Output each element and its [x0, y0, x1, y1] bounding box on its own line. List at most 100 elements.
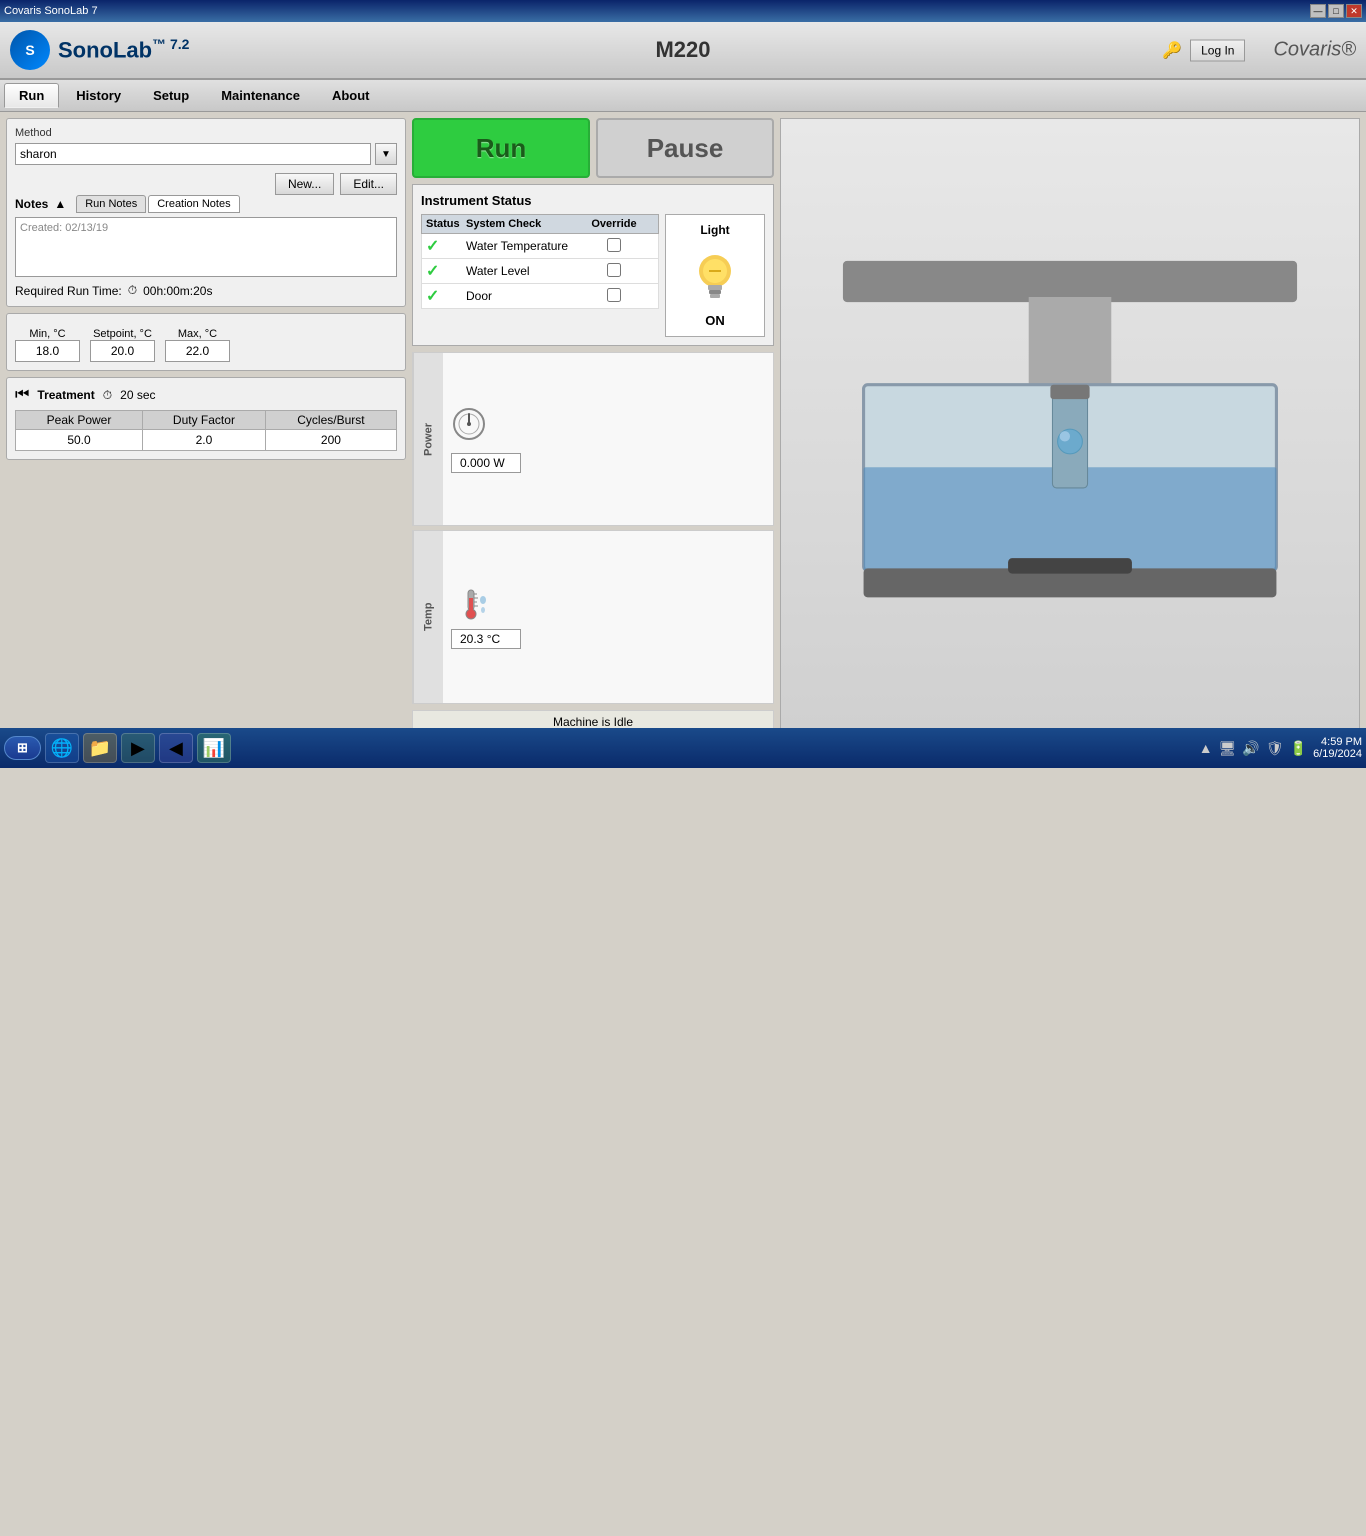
runtime-row: Required Run Time: ⏱ 00h:00m:20s: [15, 283, 397, 298]
temp-setpoint-label: Setpoint, °C: [93, 328, 152, 340]
titlebar-controls: — □ ✕: [1310, 4, 1362, 18]
treatment-header: ⏮ Treatment ⏱ 20 sec: [15, 386, 397, 404]
tab-maintenance[interactable]: Maintenance: [206, 83, 315, 108]
pause-button[interactable]: Pause: [596, 118, 774, 178]
tab-history[interactable]: History: [61, 83, 136, 108]
temp-chart-sidebar: Temp: [413, 531, 443, 703]
treatment-row: 50.0 2.0 200: [16, 430, 397, 451]
edit-button[interactable]: Edit...: [340, 173, 397, 195]
status-column-headers: Status System Check Override: [421, 214, 659, 234]
col-header-status: Status: [426, 218, 466, 230]
app-title-text: SonoLab: [58, 38, 152, 63]
run-button[interactable]: Run: [412, 118, 590, 178]
taskbar-security-icon: 🛡: [1266, 740, 1284, 757]
cycles-burst-value: 200: [265, 430, 396, 451]
status-row-door: ✓ Door: [421, 284, 659, 309]
temp-max-input[interactable]: [165, 340, 230, 362]
runtime-label: Required Run Time:: [15, 284, 122, 298]
status-table-area: Status System Check Override ✓ Water Tem…: [421, 214, 659, 309]
maximize-button[interactable]: □: [1328, 4, 1344, 18]
runtime-value: 00h:00m:20s: [143, 284, 212, 298]
treatment-section: ⏮ Treatment ⏱ 20 sec Peak Power Duty Fac…: [6, 377, 406, 460]
notes-content[interactable]: Created: 02/13/19: [15, 217, 397, 277]
tab-run-notes[interactable]: Run Notes: [76, 195, 146, 213]
titlebar: Covaris SonoLab 7 — □ ✕: [0, 0, 1366, 22]
peak-power-value: 50.0: [16, 430, 143, 451]
method-dropdown-row: ▼: [15, 143, 397, 165]
override-water-level-checkbox[interactable]: [607, 263, 621, 277]
override-water-level-cell: [574, 263, 654, 280]
light-status-text: ON: [705, 313, 725, 328]
light-header: Light: [700, 223, 729, 237]
override-water-temp-cell: [574, 238, 654, 255]
logo-icon: S: [10, 30, 50, 70]
header: S SonoLab™ 7.2 M220 🔑 Log In Covaris®: [0, 22, 1366, 80]
treatment-duration: 20 sec: [120, 388, 155, 402]
tab-about[interactable]: About: [317, 83, 385, 108]
minimize-button[interactable]: —: [1310, 4, 1326, 18]
power-chart-sidebar: Power: [413, 353, 443, 525]
instrument-visualization: [780, 118, 1360, 734]
notes-label: Notes: [15, 197, 48, 211]
override-water-temp-checkbox[interactable]: [607, 238, 621, 252]
key-icon: 🔑: [1162, 40, 1182, 60]
power-chart-content: 0.000 W: [443, 398, 773, 481]
status-row-water-temp: ✓ Water Temperature: [421, 234, 659, 259]
temp-max-field: Max, °C: [165, 328, 230, 362]
tab-run[interactable]: Run: [4, 83, 59, 108]
taskbar-files[interactable]: 📁: [83, 733, 117, 763]
taskbar-date: 6/19/2024: [1313, 748, 1362, 760]
taskbar-media[interactable]: ▶: [121, 733, 155, 763]
override-door-checkbox[interactable]: [607, 288, 621, 302]
power-chart: Power 0.000 W: [412, 352, 774, 526]
temp-chart: Temp: [412, 530, 774, 704]
treatment-icon: ⏮: [15, 386, 29, 404]
taskbar-time: 4:59 PM: [1313, 736, 1362, 748]
instrument-status: Instrument Status Status System Check Ov…: [412, 184, 774, 346]
login-button[interactable]: Log In: [1190, 39, 1245, 61]
clock-icon: ⏱: [128, 283, 137, 298]
treatment-timer-icon: ⏱: [103, 388, 112, 403]
temp-min-input[interactable]: [15, 340, 80, 362]
temp-max-label: Max, °C: [178, 328, 217, 340]
brand-name: Covaris®: [1273, 39, 1356, 62]
notes-toggle-icon[interactable]: ▲: [54, 197, 66, 211]
run-pause-row: Run Pause: [412, 118, 774, 178]
machine-status-text: Machine is Idle: [553, 715, 633, 729]
col-duty-factor: Duty Factor: [143, 411, 266, 430]
col-cycles-burst: Cycles/Burst: [265, 411, 396, 430]
right-panel: [780, 118, 1360, 734]
app-version: ™ 7.2: [152, 36, 189, 52]
power-speedometer-icon: [451, 406, 765, 449]
center-panel: Run Pause Instrument Status Status Syste…: [412, 118, 774, 734]
col-peak-power: Peak Power: [16, 411, 143, 430]
power-label: Power: [423, 423, 435, 456]
temp-setpoint-input[interactable]: [90, 340, 155, 362]
power-value: 0.000 W: [451, 453, 521, 473]
titlebar-title: Covaris SonoLab 7: [4, 5, 98, 17]
temp-label: Temp: [423, 603, 435, 632]
taskbar-ie[interactable]: 🌐: [45, 733, 79, 763]
light-panel: Light O: [665, 214, 765, 337]
close-button[interactable]: ✕: [1346, 4, 1362, 18]
taskbar-app2[interactable]: ◀: [159, 733, 193, 763]
app-title: SonoLab™ 7.2: [58, 36, 189, 63]
method-input[interactable]: [15, 143, 371, 165]
method-actions: New... Edit...: [15, 173, 397, 195]
tab-creation-notes[interactable]: Creation Notes: [148, 195, 239, 213]
start-button[interactable]: ⊞: [4, 736, 41, 760]
check-door: ✓: [426, 286, 466, 306]
instrument-name: M220: [655, 37, 710, 63]
charts-area: Power 0.000 W Temp: [412, 352, 774, 704]
taskbar-volume-icon: 🔊: [1242, 740, 1259, 757]
treatment-label: Treatment: [37, 388, 94, 402]
method-dropdown-button[interactable]: ▼: [375, 143, 397, 165]
temperature-panel: Min, °C Setpoint, °C Max, °C: [6, 313, 406, 371]
taskbar-app3[interactable]: 📊: [197, 733, 231, 763]
new-button[interactable]: New...: [275, 173, 334, 195]
notes-tabs: Run Notes Creation Notes: [76, 195, 239, 213]
tab-setup[interactable]: Setup: [138, 83, 204, 108]
taskbar-battery-icon: 🔋: [1290, 740, 1307, 757]
instrument-status-title: Instrument Status: [421, 193, 765, 208]
duty-factor-value: 2.0: [143, 430, 266, 451]
